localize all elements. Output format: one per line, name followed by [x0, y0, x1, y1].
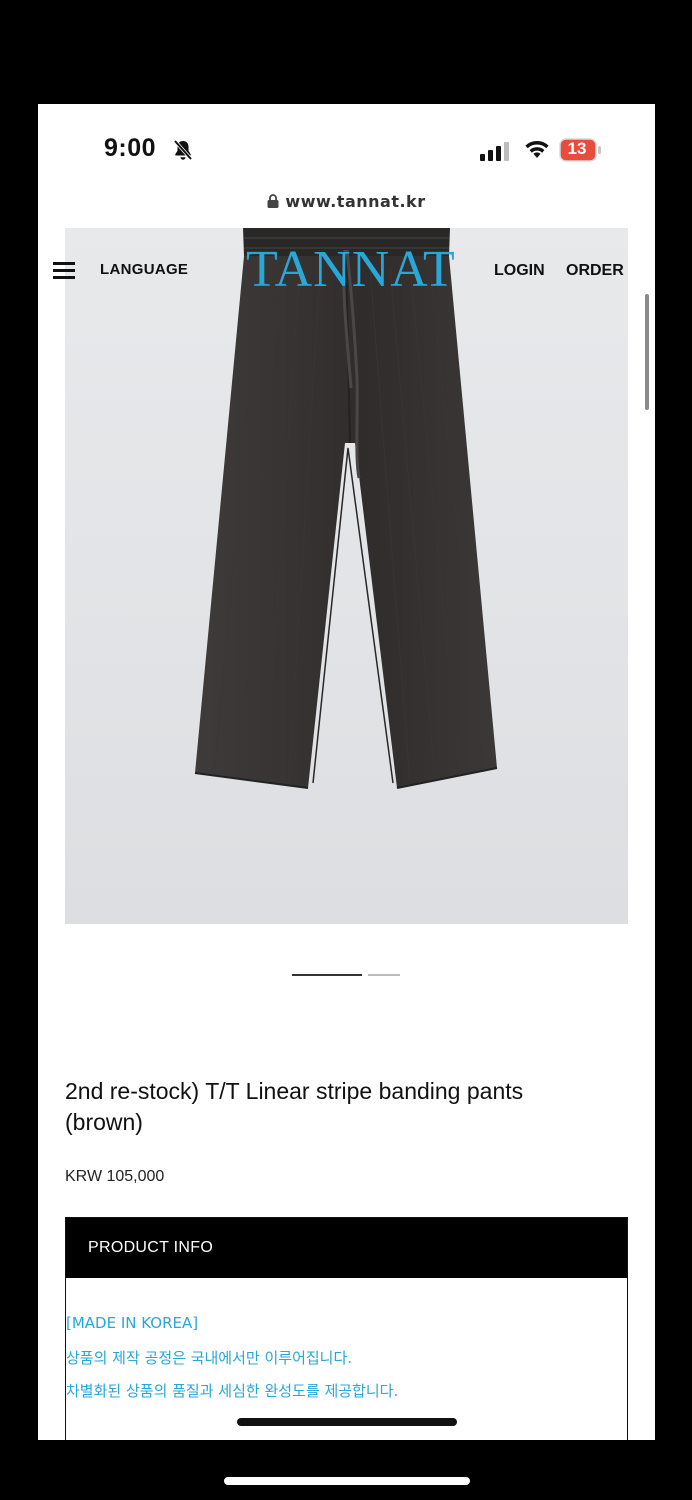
battery-level: 13	[567, 139, 587, 158]
product-image[interactable]	[65, 228, 628, 924]
info-text-line: 차별화된 상품의 품질과 세심한 완성도를 제공합니다.	[66, 1382, 399, 1400]
cellular-signal-icon	[480, 142, 509, 161]
language-link[interactable]: LANGUAGE	[100, 261, 188, 278]
carousel-dot-active[interactable]	[292, 974, 362, 976]
made-in-korea-text: [MADE IN KOREA]	[66, 1314, 199, 1332]
lock-icon	[267, 194, 279, 208]
scrollbar-thumb[interactable]	[645, 294, 649, 410]
order-link[interactable]: ORDER	[566, 262, 624, 280]
bell-muted-icon	[173, 139, 193, 161]
home-indicator-outer[interactable]	[224, 1477, 470, 1485]
product-price: KRW 105,000	[65, 1168, 165, 1185]
status-time: 9:00	[104, 134, 157, 162]
product-title: 2nd re-stock) T/T Linear stripe banding …	[65, 1078, 524, 1135]
carousel-dot[interactable]	[368, 974, 400, 976]
info-text-line: 상품의 제작 공정은 국내에서만 이루어집니다.	[66, 1349, 353, 1367]
site-logo[interactable]: TANNAT	[246, 240, 456, 300]
url-text: www.tannat.kr	[285, 192, 426, 211]
phone-screen: 9:00 13 www.tannat.kr LANGUAGE TANNAT LO…	[38, 104, 655, 1440]
wifi-icon	[525, 140, 549, 158]
url-bar[interactable]: www.tannat.kr	[38, 192, 655, 222]
status-bar: 9:00 13	[38, 104, 655, 196]
product-info-header[interactable]: PRODUCT INFO	[66, 1218, 627, 1278]
pants-image	[194, 228, 498, 789]
carousel-indicator	[292, 974, 402, 978]
hamburger-menu-icon[interactable]	[53, 262, 75, 280]
login-link[interactable]: LOGIN	[494, 262, 545, 280]
battery-icon: 13	[559, 138, 603, 162]
home-indicator[interactable]	[237, 1418, 457, 1426]
